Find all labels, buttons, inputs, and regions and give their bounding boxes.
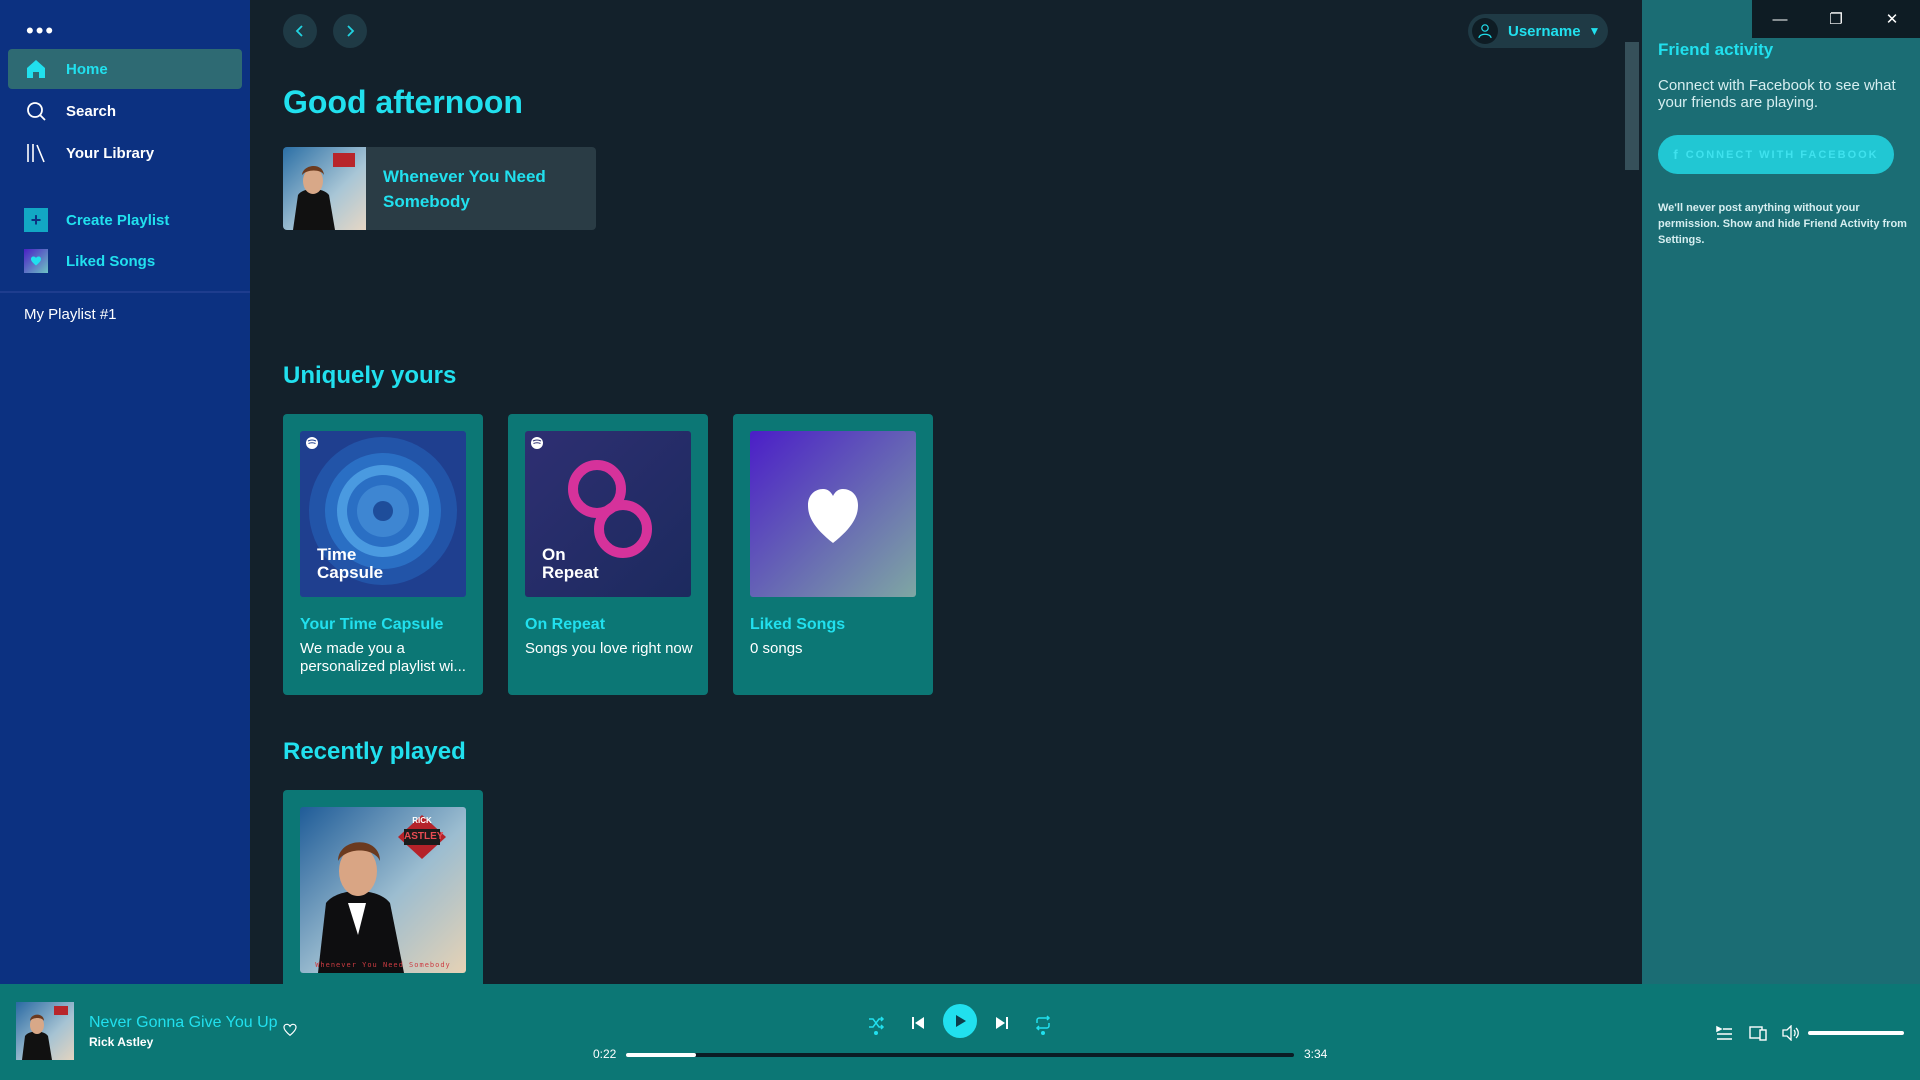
heart-icon xyxy=(24,249,48,273)
liked-songs-link[interactable]: Liked Songs xyxy=(8,241,242,281)
on-repeat-art-label: On Repeat xyxy=(542,545,599,582)
section-title-recently-played: Recently played xyxy=(283,738,466,765)
scrollbar[interactable] xyxy=(1625,42,1639,170)
devices-button[interactable] xyxy=(1747,1022,1769,1044)
previous-button[interactable] xyxy=(902,1007,934,1039)
section-title-uniquely-yours: Uniquely yours xyxy=(283,362,457,389)
sidebar-item-label: Search xyxy=(66,102,117,120)
progress-bar[interactable] xyxy=(626,1053,1294,1057)
sidebar-playlist-item[interactable]: My Playlist #1 xyxy=(24,306,117,323)
avatar xyxy=(1472,18,1498,44)
page-title: Good afternoon xyxy=(283,84,523,120)
like-button[interactable] xyxy=(282,1022,298,1043)
shuffle-icon xyxy=(869,1016,885,1030)
time-capsule-art: Time Capsule xyxy=(300,431,466,597)
repeat-icon xyxy=(1035,1015,1051,1031)
window-controls: — ❐ ✕ xyxy=(1752,0,1920,38)
sidebar: ••• Home Search Your Library + Create Pl… xyxy=(0,0,250,984)
album-cover xyxy=(283,147,366,230)
card-title: Your Time Capsule xyxy=(300,616,444,633)
player-bar: Never Gonna Give You Up Rick Astley 0:22… xyxy=(0,984,1920,1080)
minimize-icon: — xyxy=(1772,10,1788,28)
main-content: Username ▼ Good afternoon Whenever You N… xyxy=(250,0,1642,984)
chevron-left-icon xyxy=(295,25,303,37)
connect-facebook-label: CONNECT WITH FACEBOOK xyxy=(1685,148,1879,161)
create-playlist-label: Create Playlist xyxy=(66,211,170,229)
liked-songs-art xyxy=(750,431,916,597)
shortcut-album[interactable]: Whenever You Need Somebody xyxy=(283,147,596,230)
shortcut-label: Whenever You Need Somebody xyxy=(383,166,546,211)
volume-button[interactable] xyxy=(1780,1022,1802,1044)
home-icon xyxy=(24,57,48,81)
connect-facebook-button[interactable]: f CONNECT WITH FACEBOOK xyxy=(1658,135,1894,174)
sidebar-item-home[interactable]: Home xyxy=(8,49,242,89)
devices-icon xyxy=(1749,1026,1767,1041)
next-button[interactable] xyxy=(986,1007,1018,1039)
now-playing-artist[interactable]: Rick Astley xyxy=(89,1035,153,1049)
close-button[interactable]: ✕ xyxy=(1864,0,1920,38)
library-icon xyxy=(24,141,48,165)
queue-icon xyxy=(1716,1025,1732,1040)
user-menu-button[interactable]: Username ▼ xyxy=(1468,14,1608,48)
on-repeat-art: On Repeat xyxy=(525,431,691,597)
sidebar-item-search[interactable]: Search xyxy=(8,91,242,131)
forward-button[interactable] xyxy=(333,14,367,48)
back-button[interactable] xyxy=(283,14,317,48)
username: Username xyxy=(1508,22,1581,40)
volume-icon xyxy=(1782,1025,1799,1041)
card-desc: We made you a personalized playlist wi..… xyxy=(300,640,466,675)
card-desc: Songs you love right now xyxy=(525,640,693,657)
facebook-icon: f xyxy=(1673,147,1680,162)
friend-activity-note: We'll never post anything without your p… xyxy=(1658,202,1907,246)
album-band-text: RICK xyxy=(412,816,432,825)
card-on-repeat[interactable]: On Repeat On Repeat Songs you love right… xyxy=(508,414,708,695)
time-capsule-art-label: Time Capsule xyxy=(317,545,384,582)
queue-button[interactable] xyxy=(1713,1022,1735,1044)
restore-button[interactable]: ❐ xyxy=(1808,0,1864,38)
caret-down-icon: ▼ xyxy=(1588,24,1601,38)
create-playlist-button[interactable]: + Create Playlist xyxy=(8,200,242,240)
sidebar-item-library[interactable]: Your Library xyxy=(8,133,242,173)
plus-icon: + xyxy=(24,208,48,232)
restore-icon: ❐ xyxy=(1829,11,1843,28)
card-time-capsule[interactable]: Time Capsule Your Time Capsule We made y… xyxy=(283,414,483,695)
sidebar-item-label: Your Library xyxy=(66,144,155,162)
friend-activity-panel: Friend activity Connect with Facebook to… xyxy=(1642,0,1920,984)
liked-songs-label: Liked Songs xyxy=(66,252,156,270)
search-icon xyxy=(24,99,48,123)
minimize-button[interactable]: — xyxy=(1752,0,1808,38)
elapsed-time: 0:22 xyxy=(593,1047,617,1061)
sidebar-divider xyxy=(0,291,250,293)
shuffle-active-dot xyxy=(874,1031,878,1035)
skip-back-icon xyxy=(912,1017,924,1029)
play-button[interactable] xyxy=(943,1004,977,1038)
play-icon xyxy=(956,1015,966,1027)
close-icon: ✕ xyxy=(1885,11,1899,28)
album-cover: RICK ASTLEY Whenever You Need Somebody xyxy=(300,807,466,973)
album-name-text: ASTLEY xyxy=(404,831,444,842)
duration-time: 3:34 xyxy=(1304,1047,1328,1061)
user-icon xyxy=(1478,24,1492,39)
now-playing-cover xyxy=(16,1002,74,1060)
card-recent-album[interactable]: RICK ASTLEY Whenever You Need Somebody xyxy=(283,790,483,984)
skip-forward-icon xyxy=(996,1017,1008,1029)
card-liked-songs[interactable]: Liked Songs 0 songs xyxy=(733,414,933,695)
volume-slider[interactable] xyxy=(1808,1031,1904,1035)
progress-fill xyxy=(626,1053,697,1057)
heart-outline-icon xyxy=(283,1023,297,1037)
card-title: Liked Songs xyxy=(750,616,846,633)
now-playing-title[interactable]: Never Gonna Give You Up xyxy=(89,1014,278,1032)
card-desc: 0 songs xyxy=(750,640,803,657)
friend-activity-title: Friend activity xyxy=(1658,40,1774,59)
friend-activity-text: Connect with Facebook to see what your f… xyxy=(1658,77,1896,111)
card-title: On Repeat xyxy=(525,616,606,633)
album-caption-text: Whenever You Need Somebody xyxy=(315,961,451,969)
volume-fill xyxy=(1808,1031,1904,1035)
sidebar-item-label: Home xyxy=(66,60,108,78)
repeat-active-dot xyxy=(1041,1031,1045,1035)
chevron-right-icon xyxy=(347,25,355,37)
more-dots-icon[interactable]: ••• xyxy=(26,20,55,42)
